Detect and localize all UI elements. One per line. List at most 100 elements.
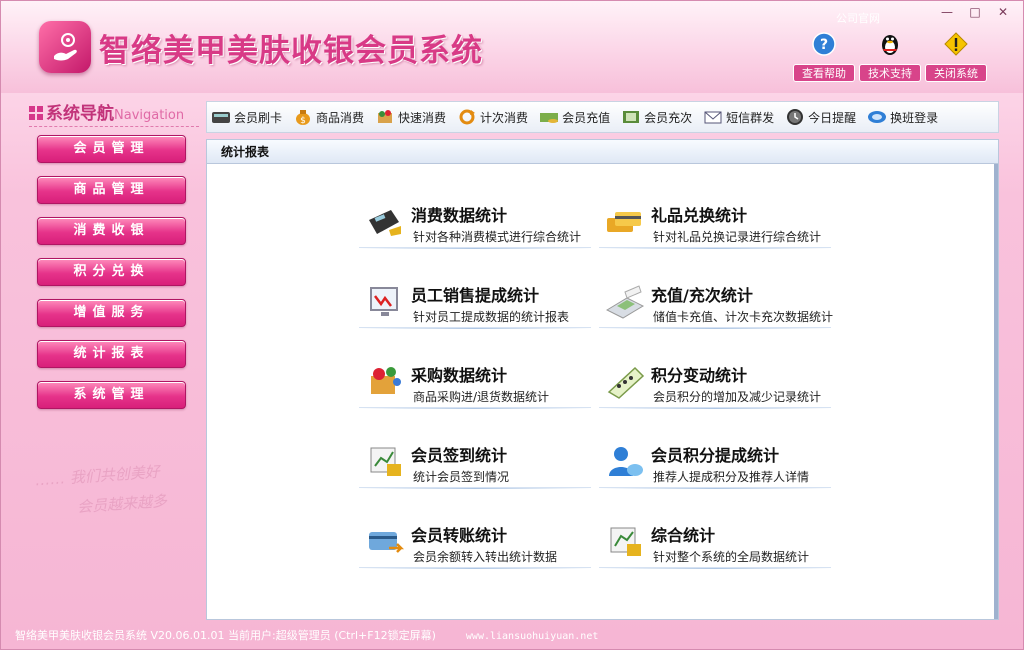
slogan-line-2: 会员越来越多 xyxy=(76,491,168,517)
points-book-icon xyxy=(607,366,645,399)
stat-desc: 储值卡充值、计次卡充次数据统计 xyxy=(653,310,834,324)
toolbar-member-swipe[interactable]: 会员刷卡 xyxy=(211,108,282,126)
warning-icon xyxy=(944,32,968,56)
svg-text:$: $ xyxy=(300,116,306,126)
toolbar-sms-broadcast[interactable]: 短信群发 xyxy=(703,108,774,126)
app-logo xyxy=(39,21,91,73)
signin-chart-icon xyxy=(370,447,401,476)
toolbar-label: 会员充值 xyxy=(562,110,611,125)
cards-icon xyxy=(607,212,641,232)
toolbar-product-consume[interactable]: $ 商品消费 xyxy=(293,108,364,126)
toolbar-count-consume[interactable]: 计次消费 xyxy=(457,108,528,126)
stat-member-points-commission[interactable]: 会员积分提成统计 推荐人提成积分及推荐人详情 xyxy=(599,428,831,489)
stat-title: 员工销售提成统计 xyxy=(411,286,540,305)
toolbar-label: 会员刷卡 xyxy=(234,110,283,125)
toolbar-label: 商品消费 xyxy=(316,110,365,125)
sidebar-item-product-management[interactable]: 商品管理 xyxy=(37,176,186,204)
sidebar-item-value-added[interactable]: 增值服务 xyxy=(37,299,186,327)
toolbar-shift-login[interactable]: 换班登录 xyxy=(867,108,938,126)
clock-icon xyxy=(787,109,804,125)
tech-support-label: 技术支持 xyxy=(859,64,921,82)
sms-envelope-icon xyxy=(704,111,722,124)
help-icon: ? xyxy=(812,32,836,56)
svg-text:?: ? xyxy=(820,37,828,53)
app-window: 智络美甲美肤收银会员系统 公司官网 — □ ✕ ? 查看帮助 技术支持 关闭系统… xyxy=(0,0,1024,650)
pos-machine-icon xyxy=(369,210,401,236)
report-pane: 统计报表 消费数据统计 针对各种消费模式进行综合统计 礼品兑换统计 针对礼品兑换… xyxy=(206,139,999,620)
stat-points-change[interactable]: 积分变动统计 会员积分的增加及减少记录统计 xyxy=(599,348,831,409)
help-button[interactable]: ? 查看帮助 xyxy=(793,31,855,82)
stat-title: 积分变动统计 xyxy=(651,366,748,385)
transfer-card-icon xyxy=(369,532,405,553)
calculator-icon xyxy=(605,285,645,319)
toolbar-label: 快速消费 xyxy=(398,110,447,125)
recharge-icon xyxy=(540,113,559,123)
toolbar-fast-consume[interactable]: 快速消费 xyxy=(375,108,446,126)
header: 智络美甲美肤收银会员系统 公司官网 — □ ✕ ? 查看帮助 技术支持 关闭系统 xyxy=(1,1,1023,93)
shift-login-icon xyxy=(868,111,887,123)
sidebar-title-en: Navigation xyxy=(114,108,185,123)
stat-desc: 推荐人提成积分及推荐人详情 xyxy=(653,470,810,484)
website-url[interactable]: www.liansuohuiyuan.net xyxy=(466,631,598,642)
close-system-button[interactable]: 关闭系统 xyxy=(925,31,987,82)
stat-comprehensive[interactable]: 综合统计 针对整个系统的全局数据统计 xyxy=(599,508,831,569)
stat-desc: 统计会员签到情况 xyxy=(413,470,510,484)
maximize-button[interactable]: □ xyxy=(963,5,987,21)
count-recharge-icon xyxy=(623,111,640,123)
stat-member-transfer[interactable]: 会员转账统计 会员余额转入转出统计数据 xyxy=(359,508,591,569)
close-system-label: 关闭系统 xyxy=(925,64,987,82)
stat-desc: 针对员工提成数据的统计报表 xyxy=(413,310,570,324)
minimize-button[interactable]: — xyxy=(935,5,959,21)
stat-desc: 会员积分的增加及减少记录统计 xyxy=(653,390,822,404)
stat-gift-exchange[interactable]: 礼品兑换统计 针对礼品兑换记录进行综合统计 xyxy=(599,188,831,249)
stat-desc: 针对整个系统的全局数据统计 xyxy=(653,550,810,564)
sidebar-item-points-exchange[interactable]: 积分兑换 xyxy=(37,258,186,286)
stat-purchase[interactable]: 采购数据统计 商品采购进/退货数据统计 xyxy=(359,348,591,409)
stat-title: 综合统计 xyxy=(651,526,716,545)
toolbar-today-reminder[interactable]: 今日提醒 xyxy=(785,108,856,126)
summary-chart-icon xyxy=(610,527,641,556)
toolbar-label: 计次消费 xyxy=(480,110,529,125)
toolbar-member-recharge[interactable]: 会员充值 xyxy=(539,108,610,126)
slogan-line-1: …… 我们共创美好 xyxy=(34,462,161,490)
tech-support-button[interactable]: 技术支持 xyxy=(859,31,921,82)
stat-desc: 会员余额转入转出统计数据 xyxy=(413,550,558,564)
stat-title: 充值/充次统计 xyxy=(651,286,753,305)
stat-title: 采购数据统计 xyxy=(411,366,508,385)
qq-penguin-icon xyxy=(882,35,898,55)
official-site-link[interactable]: 公司官网 xyxy=(836,10,880,26)
sidebar-item-system-management[interactable]: 系统管理 xyxy=(37,381,186,409)
hand-flower-logo-icon xyxy=(54,33,77,61)
user-points-icon xyxy=(609,447,643,476)
stat-desc: 针对礼品兑换记录进行综合统计 xyxy=(653,230,822,244)
stat-member-signin[interactable]: 会员签到统计 统计会员签到情况 xyxy=(359,428,591,489)
stat-title: 会员转账统计 xyxy=(411,526,508,545)
card-reader-icon xyxy=(212,112,230,123)
grid-icon xyxy=(29,106,43,120)
scrollbar[interactable] xyxy=(994,164,998,619)
stat-employee-commission[interactable]: 员工销售提成统计 针对员工提成数据的统计报表 xyxy=(359,268,591,329)
stat-recharge[interactable]: 充值/充次统计 储值卡充值、计次卡充次数据统计 xyxy=(599,268,834,329)
sidebar-title-text: 系统导航 xyxy=(46,104,114,124)
sidebar-title: 系统导航Navigation xyxy=(29,99,184,124)
sidebar: 系统导航Navigation 会员管理 商品管理 消费收银 积分兑换 增值服务 … xyxy=(19,93,201,621)
help-label: 查看帮助 xyxy=(793,64,855,82)
sidebar-item-member-management[interactable]: 会员管理 xyxy=(37,135,186,163)
recycle-icon xyxy=(459,109,476,125)
status-text: 智络美甲美肤收银会员系统 V20.06.01.01 当前用户:超级管理员 (Ct… xyxy=(15,629,436,642)
toolbar-count-recharge[interactable]: 会员充次 xyxy=(621,108,692,126)
window-controls: — □ ✕ xyxy=(935,5,1015,21)
section-title: 统计报表 xyxy=(207,140,998,164)
stat-title: 会员签到统计 xyxy=(411,446,508,465)
sidebar-item-checkout[interactable]: 消费收银 xyxy=(37,217,186,245)
close-window-button[interactable]: ✕ xyxy=(991,5,1015,21)
stat-consumption[interactable]: 消费数据统计 针对各种消费模式进行综合统计 xyxy=(359,188,591,249)
toolbar-label: 会员充次 xyxy=(644,110,693,125)
stat-desc: 针对各种消费模式进行综合统计 xyxy=(413,230,582,244)
money-bag-icon: $ xyxy=(296,110,311,126)
stat-title: 会员积分提成统计 xyxy=(651,446,780,465)
sidebar-item-reports[interactable]: 统计报表 xyxy=(37,340,186,368)
quick-toolbar: 会员刷卡 $ 商品消费 快速消费 计次消费 会员充值 会员充次 短信群发 今日提 xyxy=(206,101,999,133)
purchase-box-icon xyxy=(371,367,401,394)
toolbar-label: 今日提醒 xyxy=(808,110,857,125)
